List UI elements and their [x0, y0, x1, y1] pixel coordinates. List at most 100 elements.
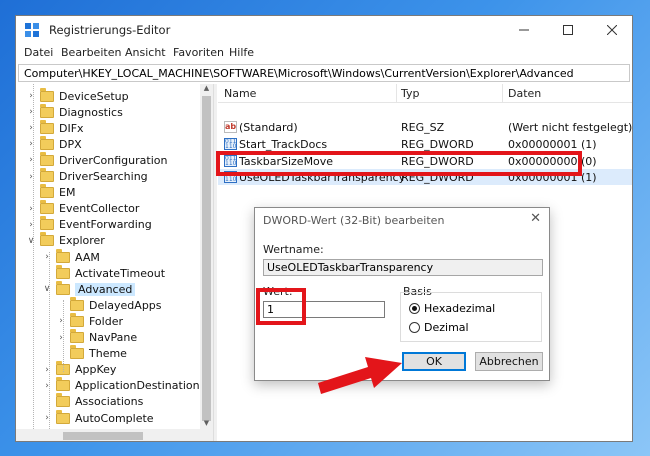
radio-button-unchecked[interactable]	[409, 322, 420, 333]
folder-icon	[40, 232, 54, 247]
tree-item[interactable]: › AppKey	[42, 361, 116, 378]
tree-item[interactable]: › DIFx	[26, 119, 84, 136]
tree-item[interactable]: › ApplicationDestinations	[42, 377, 206, 394]
address-bar[interactable]: Computer\HKEY_LOCAL_MACHINE\SOFTWARE\Mic…	[18, 64, 630, 82]
chevron-right-icon[interactable]: ›	[26, 139, 36, 149]
cancel-button[interactable]: Abbrechen	[475, 352, 543, 371]
folder-icon	[40, 200, 54, 215]
menu-bar: Datei Bearbeiten Ansicht Favoriten Hilfe	[16, 44, 632, 63]
column-header-data[interactable]: Daten	[508, 87, 541, 100]
tree-horizontal-scrollbar[interactable]	[16, 429, 213, 441]
folder-icon	[40, 135, 54, 150]
chevron-right-icon[interactable]: ›	[42, 413, 52, 423]
folder-icon	[40, 168, 54, 182]
value-name-field: UseOLEDTaskbarTransparency	[263, 259, 543, 276]
tree-item-label: DriverSearching	[59, 170, 148, 183]
column-header-type[interactable]: Typ	[401, 87, 420, 100]
radio-button-checked[interactable]	[409, 303, 420, 314]
folder-icon	[40, 103, 54, 118]
tree-item[interactable]: ∨ Advanced	[42, 280, 136, 297]
scroll-down-icon[interactable]: ▼	[200, 419, 213, 429]
registry-value-row[interactable]: 011 110 Start_TrackDocs REG_DWORD 0x00000001…	[218, 136, 632, 152]
registry-editor-icon	[25, 23, 39, 37]
tree-item-label: Explorer	[59, 234, 105, 248]
tree-item[interactable]: › Folder	[56, 312, 123, 329]
radio-hexadecimal[interactable]: Hexadezimal	[409, 302, 495, 315]
chevron-right-icon[interactable]: ›	[26, 204, 36, 214]
radio-decimal-label: Dezimal	[424, 321, 469, 334]
list-header: Name Typ Daten	[218, 84, 632, 103]
tree-item[interactable]: Associations	[42, 393, 143, 410]
menu-hilfe[interactable]: Hilfe	[229, 46, 254, 59]
menu-favoriten[interactable]: Favoriten	[173, 46, 224, 59]
tree-guide-line	[33, 84, 34, 429]
tree-item-label: Diagnostics	[59, 105, 123, 119]
chevron-right-icon[interactable]: ›	[26, 155, 36, 165]
tree-item[interactable]: › DriverConfiguration	[26, 151, 167, 168]
folder-icon	[40, 184, 54, 199]
tree-item[interactable]: › Diagnostics	[26, 103, 123, 120]
tree-item-label: ApplicationDestinations	[75, 379, 206, 393]
highlight-box-value-row	[216, 151, 582, 176]
chevron-right-icon[interactable]: ›	[26, 172, 36, 182]
menu-datei[interactable]: Datei	[24, 46, 53, 59]
column-divider[interactable]	[502, 84, 503, 103]
tree-item[interactable]: DelayedApps	[56, 296, 162, 313]
tree-item[interactable]: › EventForwarding	[26, 216, 152, 233]
tree-item[interactable]: › NavPane	[56, 329, 137, 346]
tree-item-label: DelayedApps	[89, 298, 162, 312]
dialog-close-icon[interactable]: ✕	[530, 211, 541, 226]
chevron-right-icon[interactable]: ›	[26, 220, 36, 230]
scroll-up-icon[interactable]: ▲	[200, 84, 213, 94]
folder-icon	[56, 409, 70, 424]
chevron-right-icon[interactable]: ›	[56, 316, 66, 326]
tree-vertical-scrollbar[interactable]: ▲ ▼	[200, 84, 213, 429]
tree-item[interactable]: › DriverSearching	[26, 168, 148, 185]
chevron-right-icon[interactable]: ›	[42, 252, 52, 262]
tree-item[interactable]: › AAM	[42, 248, 100, 265]
close-icon	[607, 25, 617, 35]
column-header-name[interactable]: Name	[224, 87, 256, 100]
chevron-right-icon[interactable]: ›	[42, 381, 52, 391]
chevron-right-icon[interactable]: ›	[56, 333, 66, 343]
scroll-thumb[interactable]	[63, 432, 143, 440]
close-button[interactable]	[590, 16, 632, 44]
chevron-down-icon[interactable]: ∨	[42, 284, 52, 294]
key-tree[interactable]: › AutoComplete Associations › ApplicationDes…	[16, 84, 213, 441]
tree-item-label: AutoComplete	[75, 411, 154, 425]
folder-icon	[70, 312, 84, 327]
value-data: 0x00000001 (1)	[508, 137, 597, 151]
tree-item[interactable]: Theme	[56, 345, 127, 362]
folder-icon	[56, 264, 70, 279]
tree-item[interactable]: › DeviceSetup	[26, 87, 129, 104]
chevron-right-icon[interactable]: ›	[26, 123, 36, 133]
title-bar[interactable]: Registrierungs-Editor	[16, 16, 632, 44]
folder-icon	[40, 216, 54, 231]
menu-ansicht[interactable]: Ansicht	[125, 46, 166, 59]
ok-button[interactable]: OK	[402, 352, 466, 371]
chevron-right-icon[interactable]: ›	[26, 107, 36, 117]
chevron-down-icon[interactable]: ∨	[26, 236, 36, 246]
pane-splitter[interactable]	[213, 84, 217, 441]
tree-item[interactable]: › AutoComplete	[42, 409, 154, 426]
tree-item-label: DPX	[59, 137, 82, 151]
tree-item-label: DIFx	[59, 121, 84, 135]
scroll-thumb[interactable]	[202, 96, 211, 421]
tree-item-label: DeviceSetup	[59, 89, 129, 103]
chevron-right-icon[interactable]: ›	[26, 91, 36, 101]
tree-item-label: EventForwarding	[59, 218, 152, 232]
chevron-right-icon[interactable]: ›	[42, 365, 52, 375]
column-divider[interactable]	[396, 84, 397, 103]
radio-decimal[interactable]: Dezimal	[409, 321, 469, 334]
menu-bearbeiten[interactable]: Bearbeiten	[61, 46, 121, 59]
maximize-button[interactable]	[546, 16, 590, 44]
minimize-button[interactable]	[502, 16, 546, 44]
tree-item[interactable]: ActivateTimeout	[42, 264, 165, 281]
tree-item[interactable]: › DPX	[26, 135, 82, 152]
folder-icon	[40, 87, 54, 102]
registry-value-row[interactable]: ab (Standard) REG_SZ (Wert nicht festgelegt…	[218, 119, 632, 135]
tree-item[interactable]: ∨ Explorer	[26, 232, 105, 249]
folder-icon	[40, 119, 54, 134]
binary-value-icon: 011 110	[224, 137, 237, 150]
tree-item[interactable]: › EventCollector	[26, 200, 139, 217]
